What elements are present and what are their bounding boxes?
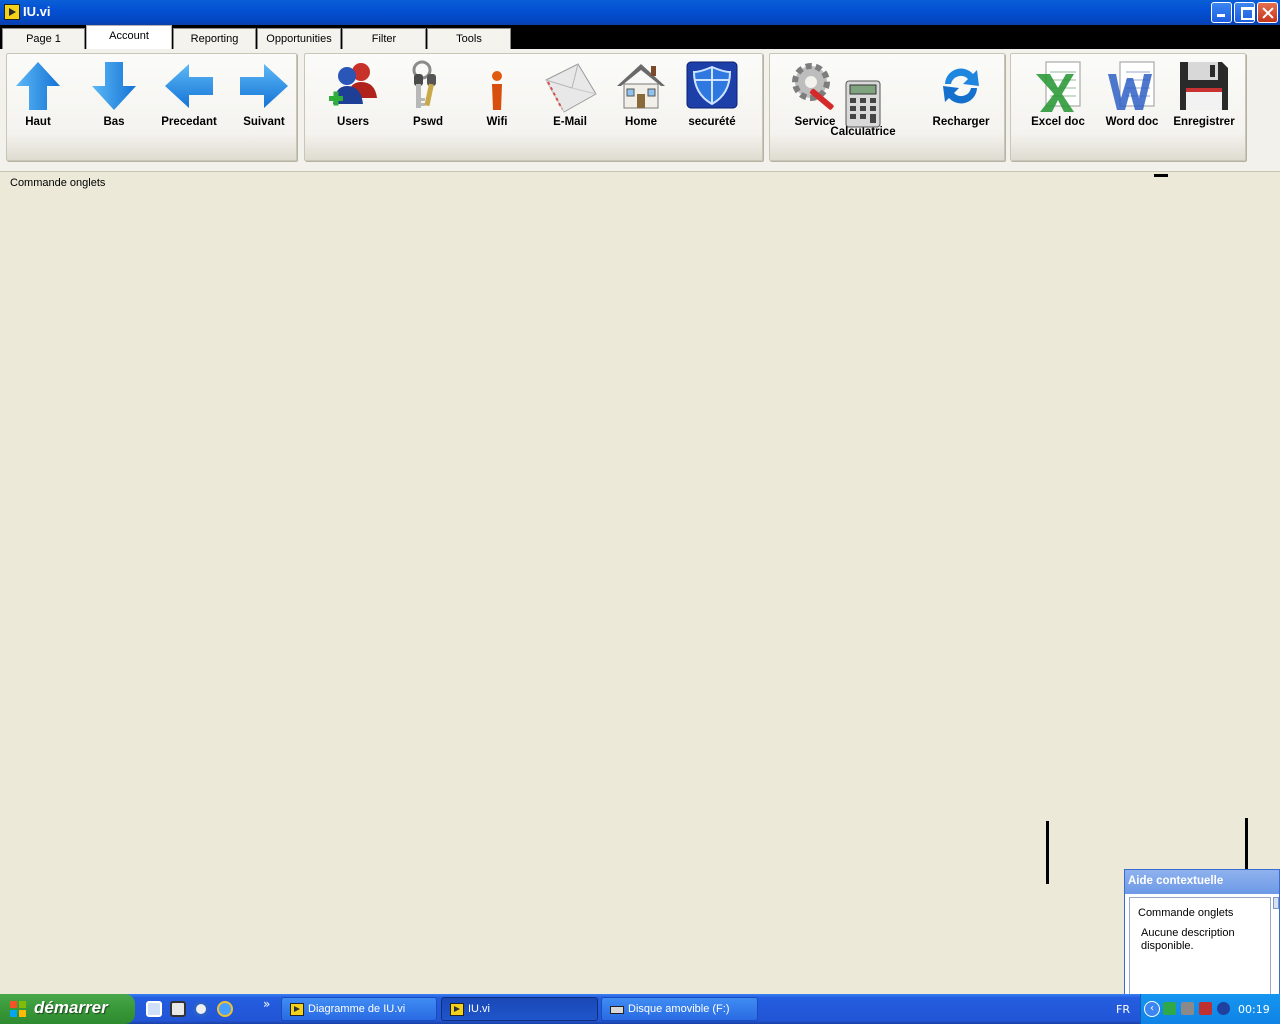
context-help-body: Commande onglets Aucune description disp… (1129, 897, 1271, 994)
calculatrice-button[interactable]: Calculatrice (826, 80, 900, 138)
suivant-button[interactable]: Suivant (236, 58, 292, 128)
context-help-description: Aucune description disponible. (1141, 927, 1235, 952)
arrow-up-icon (10, 58, 66, 114)
haut-label: Haut (25, 116, 51, 128)
pswd-button[interactable]: Pswd (400, 58, 456, 128)
ribbon-toolbar: Haut Bas Precedant Suivant Users Pswd Wi… (0, 49, 1280, 172)
enregistrer-label: Enregistrer (1173, 116, 1235, 128)
start-label: démarrer (34, 998, 108, 1017)
home-button[interactable]: Home (613, 58, 669, 128)
clock: 00:19 (1238, 1003, 1270, 1016)
taskbar: démarrer » Diagramme de IU.vi IU.vi Disq… (0, 994, 1280, 1024)
securete-button[interactable]: securété (681, 58, 743, 128)
precedant-label: Precedant (161, 116, 217, 128)
calculator-icon (843, 80, 883, 128)
email-label: E-Mail (553, 116, 587, 128)
shield-icon (684, 58, 740, 114)
tray-network-icon[interactable] (1181, 1002, 1194, 1015)
context-help-title: Aide contextuelle (1125, 870, 1279, 894)
excel-doc-label: Excel doc (1031, 116, 1085, 128)
precedant-button[interactable]: Precedant (155, 58, 223, 128)
suivant-label: Suivant (243, 116, 285, 128)
envelope-icon (542, 58, 598, 114)
restore-button[interactable] (1234, 2, 1255, 23)
quicklaunch-email-icon[interactable] (146, 1001, 162, 1017)
enregistrer-button[interactable]: Enregistrer (1171, 58, 1237, 128)
refresh-icon (933, 58, 989, 114)
word-doc-icon (1104, 58, 1160, 114)
bas-label: Bas (103, 116, 125, 128)
word-doc-button[interactable]: Word doc (1103, 58, 1161, 128)
documents-group: Excel doc Word doc Enregistrer (1010, 53, 1246, 161)
excel-doc-button[interactable]: Excel doc (1029, 58, 1087, 128)
quicklaunch-expand-icon[interactable]: » (263, 997, 270, 1011)
bas-button[interactable]: Bas (86, 58, 142, 128)
window-title: IU.vi (23, 4, 51, 19)
users-label: Users (337, 116, 369, 128)
tab-bar: Page 1 Account Reporting Opportunities F… (0, 25, 1280, 49)
tray-safely-remove-icon[interactable] (1163, 1002, 1176, 1015)
arrow-right-icon (236, 58, 292, 114)
language-indicator[interactable]: FR (1116, 1003, 1130, 1016)
securete-label: securété (688, 116, 736, 128)
labview-vi-icon (450, 1003, 464, 1016)
show-hidden-icons-button[interactable]: ‹ (1144, 1001, 1160, 1017)
wifi-label: Wifi (486, 116, 508, 128)
tab-page-1[interactable]: Page 1 (2, 28, 85, 49)
labview-vi-icon (290, 1003, 304, 1016)
tab-opportunities[interactable]: Opportunities (257, 28, 341, 49)
house-icon (613, 58, 669, 114)
cursor-marker (1046, 821, 1049, 884)
home-label: Home (625, 116, 657, 128)
excel-doc-icon (1030, 58, 1086, 114)
tab-control-caption: Commande onglets (10, 177, 106, 189)
taskbar-item-disque-amovible[interactable]: Disque amovible (F:) (601, 997, 758, 1021)
minimize-button[interactable] (1211, 2, 1232, 23)
taskbar-item-label: Diagramme de IU.vi (308, 1003, 406, 1015)
floppy-disk-icon (1176, 58, 1232, 114)
word-doc-label: Word doc (1105, 116, 1159, 128)
pswd-label: Pswd (412, 116, 444, 128)
taskbar-item-diagramme[interactable]: Diagramme de IU.vi (281, 997, 437, 1021)
taskbar-item-iu-vi[interactable]: IU.vi (441, 997, 598, 1021)
arrow-down-icon (86, 58, 142, 114)
quicklaunch-desktop-icon[interactable] (170, 1001, 186, 1017)
account-group: Users Pswd Wifi E-Mail Home securété (304, 53, 763, 161)
tools-group: Service Calculatrice Recharger (769, 53, 1005, 161)
info-icon (469, 58, 525, 114)
tab-filter[interactable]: Filter (342, 28, 426, 49)
tray-network-disconnected-icon[interactable] (1199, 1002, 1212, 1015)
recharger-button[interactable]: Recharger (930, 58, 992, 128)
tray-antivirus-icon[interactable] (1217, 1002, 1230, 1015)
taskbar-item-label: Disque amovible (F:) (628, 1003, 730, 1015)
start-button[interactable]: démarrer (0, 994, 135, 1024)
tab-tools[interactable]: Tools (427, 28, 511, 49)
arrow-left-icon (161, 58, 217, 114)
windows-logo-icon (10, 1001, 27, 1018)
haut-button[interactable]: Haut (10, 58, 66, 128)
wifi-button[interactable]: Wifi (469, 58, 525, 128)
cursor-marker (1245, 818, 1248, 870)
removable-drive-icon (610, 1006, 624, 1014)
tab-reporting[interactable]: Reporting (173, 28, 256, 49)
keys-icon (400, 58, 456, 114)
email-button[interactable]: E-Mail (542, 58, 598, 128)
context-help-window[interactable]: Aide contextuelle Commande onglets Aucun… (1124, 869, 1280, 995)
labview-vi-icon (4, 4, 20, 20)
context-help-scrollbar[interactable] (1273, 897, 1279, 909)
users-icon (325, 58, 381, 114)
title-bar: IU.vi (0, 0, 1280, 25)
cursor-marker (1154, 174, 1168, 177)
quicklaunch-ie-icon[interactable] (217, 1001, 233, 1017)
context-help-heading: Commande onglets (1138, 907, 1234, 919)
tab-account[interactable]: Account (86, 25, 172, 49)
navigation-group: Haut Bas Precedant Suivant (6, 53, 297, 161)
quicklaunch-media-player-icon[interactable] (193, 1001, 209, 1017)
close-button[interactable] (1257, 2, 1278, 23)
system-tray: ‹ 00:19 (1140, 994, 1280, 1024)
recharger-label: Recharger (932, 116, 990, 128)
users-button[interactable]: Users (325, 58, 381, 128)
taskbar-item-label: IU.vi (468, 1003, 490, 1015)
